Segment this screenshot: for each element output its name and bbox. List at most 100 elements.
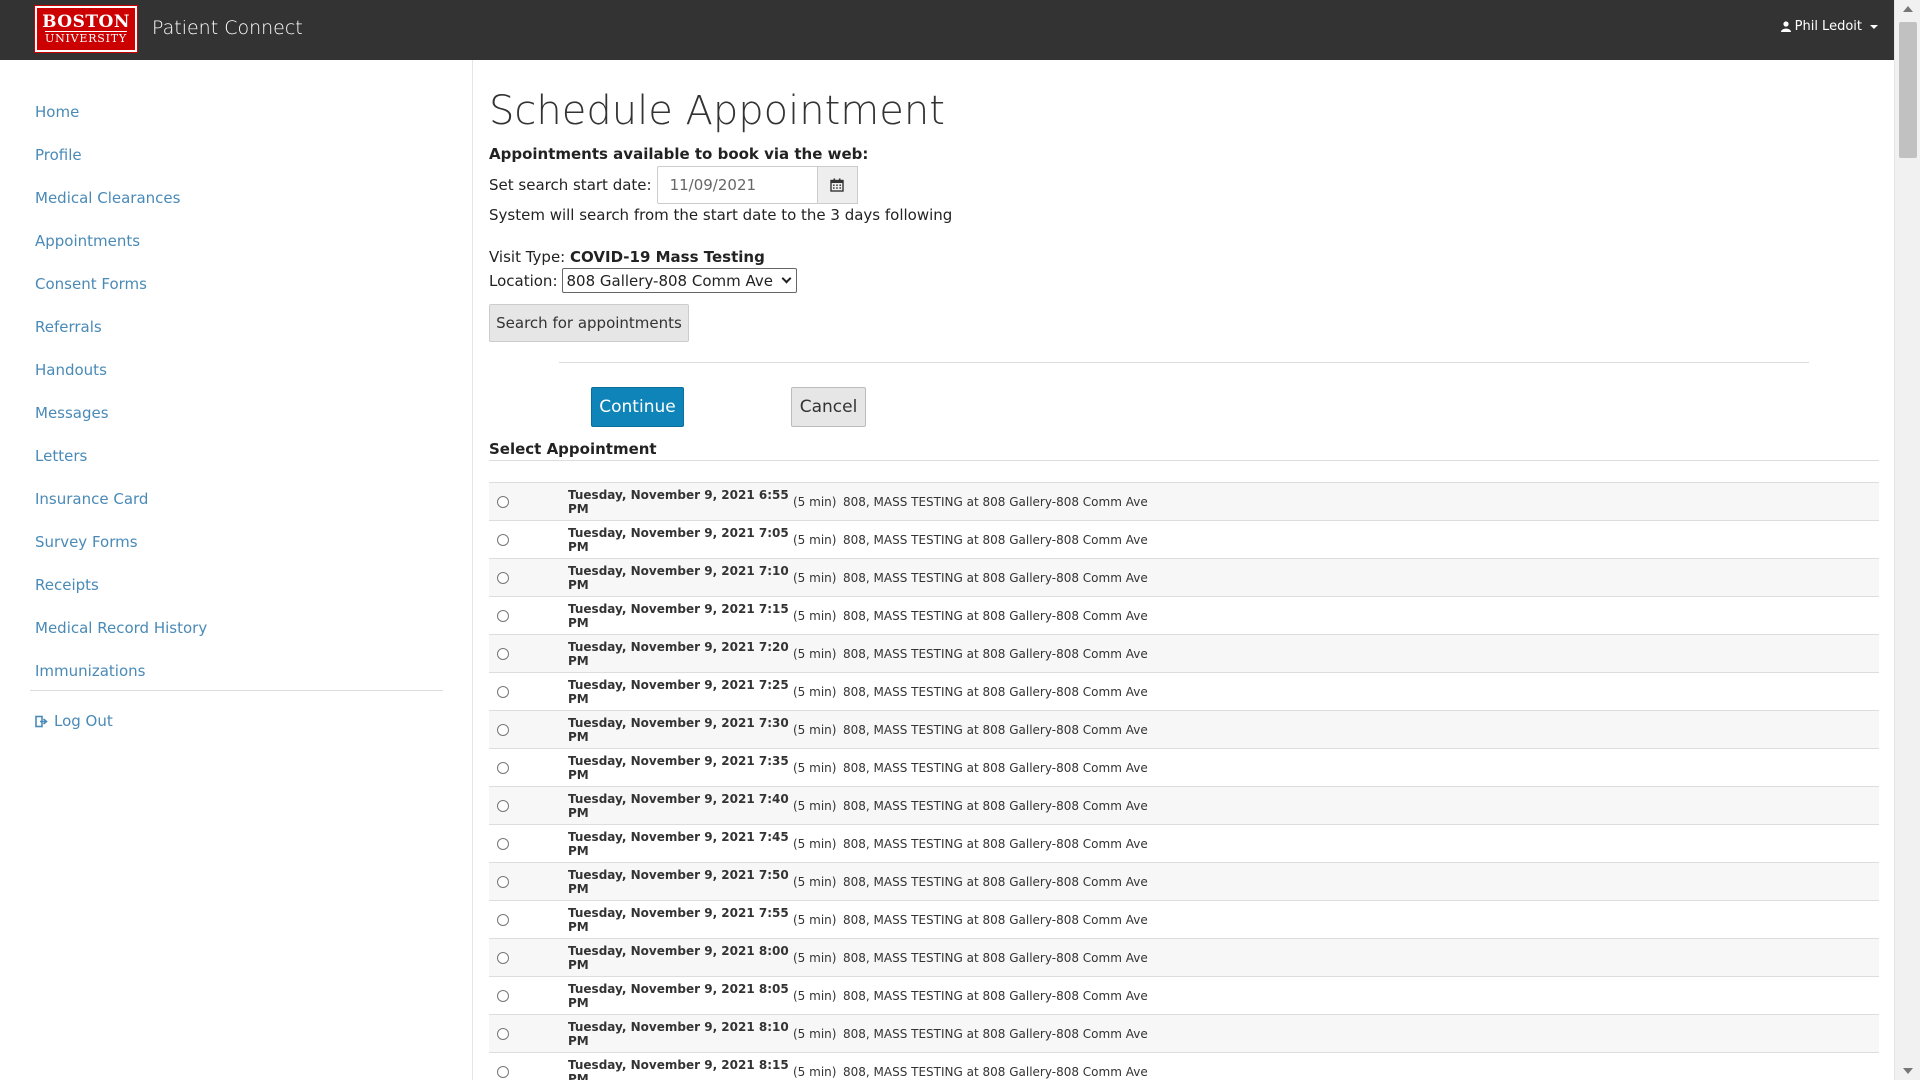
appointment-row[interactable]: Tuesday, November 9, 2021 7:35 PM (5 min)… [489,748,1879,786]
available-heading: Appointments available to book via the w… [489,145,869,163]
sidebar-item-label[interactable]: Referrals [35,318,102,336]
sidebar-item-medical-record-history[interactable]: Medical Record History [35,606,207,649]
appointment-radio[interactable] [497,571,509,584]
appointment-row[interactable]: Tuesday, November 9, 2021 7:50 PM (5 min)… [489,862,1879,900]
appointment-duration: (5 min) [793,608,837,623]
sidebar-item-label[interactable]: Medical Record History [35,619,207,637]
appointment-datetime: Tuesday, November 9, 2021 7:05 PM [568,525,789,554]
appointments-divider [489,460,1879,461]
appointment-datetime: Tuesday, November 9, 2021 7:30 PM [568,715,789,744]
appointment-row[interactable]: Tuesday, November 9, 2021 7:55 PM (5 min)… [489,900,1879,938]
sidebar-item-consent-forms[interactable]: Consent Forms [35,262,207,305]
sidebar-item-immunizations[interactable]: Immunizations [35,649,207,692]
page-scrollbar[interactable] [1894,0,1920,1080]
appointment-datetime: Tuesday, November 9, 2021 7:50 PM [568,867,789,896]
sidebar-item-label[interactable]: Receipts [35,576,99,594]
logout-link[interactable]: Log Out [35,712,113,730]
appointment-row[interactable]: Tuesday, November 9, 2021 7:40 PM (5 min)… [489,786,1879,824]
appointment-radio[interactable] [497,495,509,508]
scrollbar-thumb[interactable] [1899,22,1917,158]
appointment-datetime: Tuesday, November 9, 2021 7:55 PM [568,905,789,934]
appointment-row[interactable]: Tuesday, November 9, 2021 7:05 PM (5 min)… [489,520,1879,558]
appointment-radio[interactable] [497,837,509,850]
appointment-row[interactable]: Tuesday, November 9, 2021 8:15 PM (5 min)… [489,1052,1879,1080]
sidebar-item-label[interactable]: Profile [35,146,82,164]
start-date-input[interactable] [656,166,818,204]
sidebar-item-survey-forms[interactable]: Survey Forms [35,520,207,563]
sidebar-item-handouts[interactable]: Handouts [35,348,207,391]
sidebar-item-referrals[interactable]: Referrals [35,305,207,348]
appointment-radio[interactable] [497,799,509,812]
sidebar-item-appointments[interactable]: Appointments [35,219,207,262]
sidebar-item-insurance-card[interactable]: Insurance Card [35,477,207,520]
appointment-radio[interactable] [497,533,509,546]
section-divider [559,362,1809,363]
appointment-radio[interactable] [497,1065,509,1078]
sidebar-item-label[interactable]: Insurance Card [35,490,148,508]
appointment-description: 808, MASS TESTING at 808 Gallery-808 Com… [843,684,1148,699]
sidebar-item-label[interactable]: Survey Forms [35,533,138,551]
appointment-duration: (5 min) [793,1064,837,1079]
sidebar-item-label[interactable]: Letters [35,447,87,465]
sidebar-item-medical-clearances[interactable]: Medical Clearances [35,176,207,219]
sidebar-item-label[interactable]: Handouts [35,361,107,379]
appointment-radio[interactable] [497,647,509,660]
appointment-duration: (5 min) [793,760,837,775]
appointment-row[interactable]: Tuesday, November 9, 2021 8:10 PM (5 min)… [489,1014,1879,1052]
sidebar-item-label[interactable]: Messages [35,404,109,422]
sidebar-item-label[interactable]: Immunizations [35,662,145,680]
appointment-row[interactable]: Tuesday, November 9, 2021 7:20 PM (5 min)… [489,634,1879,672]
sidebar-item-profile[interactable]: Profile [35,133,207,176]
sidebar-item-label[interactable]: Home [35,103,79,121]
sidebar-item-letters[interactable]: Letters [35,434,207,477]
sidebar-item-home[interactable]: Home [35,90,207,133]
sidebar-item-receipts[interactable]: Receipts [35,563,207,606]
appointment-radio[interactable] [497,609,509,622]
appointment-description: 808, MASS TESTING at 808 Gallery-808 Com… [843,798,1148,813]
logout-label[interactable]: Log Out [54,712,113,730]
boston-university-logo[interactable]: BOSTON UNIVERSITY [34,5,138,53]
appointment-duration: (5 min) [793,836,837,851]
select-appointment-heading: Select Appointment [489,440,657,458]
sidebar-item-label[interactable]: Appointments [35,232,140,250]
appointment-row[interactable]: Tuesday, November 9, 2021 7:15 PM (5 min)… [489,596,1879,634]
appointment-row[interactable]: Tuesday, November 9, 2021 7:10 PM (5 min)… [489,558,1879,596]
search-appointments-button[interactable]: Search for appointments [489,304,689,342]
top-navbar: BOSTON UNIVERSITY Patient Connect Phil L… [0,0,1894,60]
appointment-row[interactable]: Tuesday, November 9, 2021 7:30 PM (5 min)… [489,710,1879,748]
visit-type-value: COVID-19 Mass Testing [570,248,765,266]
logout-icon [35,715,48,727]
appointment-radio[interactable] [497,913,509,926]
appointment-radio[interactable] [497,761,509,774]
location-row: Location: 808 Gallery-808 Comm Ave [489,268,797,293]
sidebar-item-messages[interactable]: Messages [35,391,207,434]
location-select[interactable]: 808 Gallery-808 Comm Ave [561,268,797,293]
appointment-radio[interactable] [497,685,509,698]
appointment-datetime: Tuesday, November 9, 2021 7:40 PM [568,791,789,820]
sidebar-item-label[interactable]: Consent Forms [35,275,147,293]
user-menu-dropdown[interactable]: Phil Ledoit [1780,19,1878,34]
sidebar-item-label[interactable]: Medical Clearances [35,189,180,207]
appointment-radio[interactable] [497,951,509,964]
appointment-radio[interactable] [497,1027,509,1040]
start-date-row: Set search start date: [489,166,858,204]
calendar-button[interactable] [817,166,858,204]
appointment-row[interactable]: Tuesday, November 9, 2021 7:25 PM (5 min)… [489,672,1879,710]
appointment-duration: (5 min) [793,798,837,813]
appointment-radio[interactable] [497,875,509,888]
appointment-description: 808, MASS TESTING at 808 Gallery-808 Com… [843,950,1148,965]
app-title[interactable]: Patient Connect [152,17,303,39]
appointment-description: 808, MASS TESTING at 808 Gallery-808 Com… [843,722,1148,737]
appointment-row[interactable]: Tuesday, November 9, 2021 8:00 PM (5 min)… [489,938,1879,976]
appointment-duration: (5 min) [793,722,837,737]
continue-button[interactable]: Continue [591,387,684,427]
appointment-row[interactable]: Tuesday, November 9, 2021 7:45 PM (5 min)… [489,824,1879,862]
appointment-radio[interactable] [497,989,509,1002]
scroll-up-arrow-icon[interactable] [1903,6,1913,12]
cancel-button[interactable]: Cancel [791,387,866,427]
appointment-row[interactable]: Tuesday, November 9, 2021 6:55 PM (5 min)… [489,482,1879,520]
appointment-radio[interactable] [497,723,509,736]
scroll-down-arrow-icon[interactable] [1903,1068,1913,1074]
appointment-row[interactable]: Tuesday, November 9, 2021 8:05 PM (5 min)… [489,976,1879,1014]
appointment-description: 808, MASS TESTING at 808 Gallery-808 Com… [843,912,1148,927]
